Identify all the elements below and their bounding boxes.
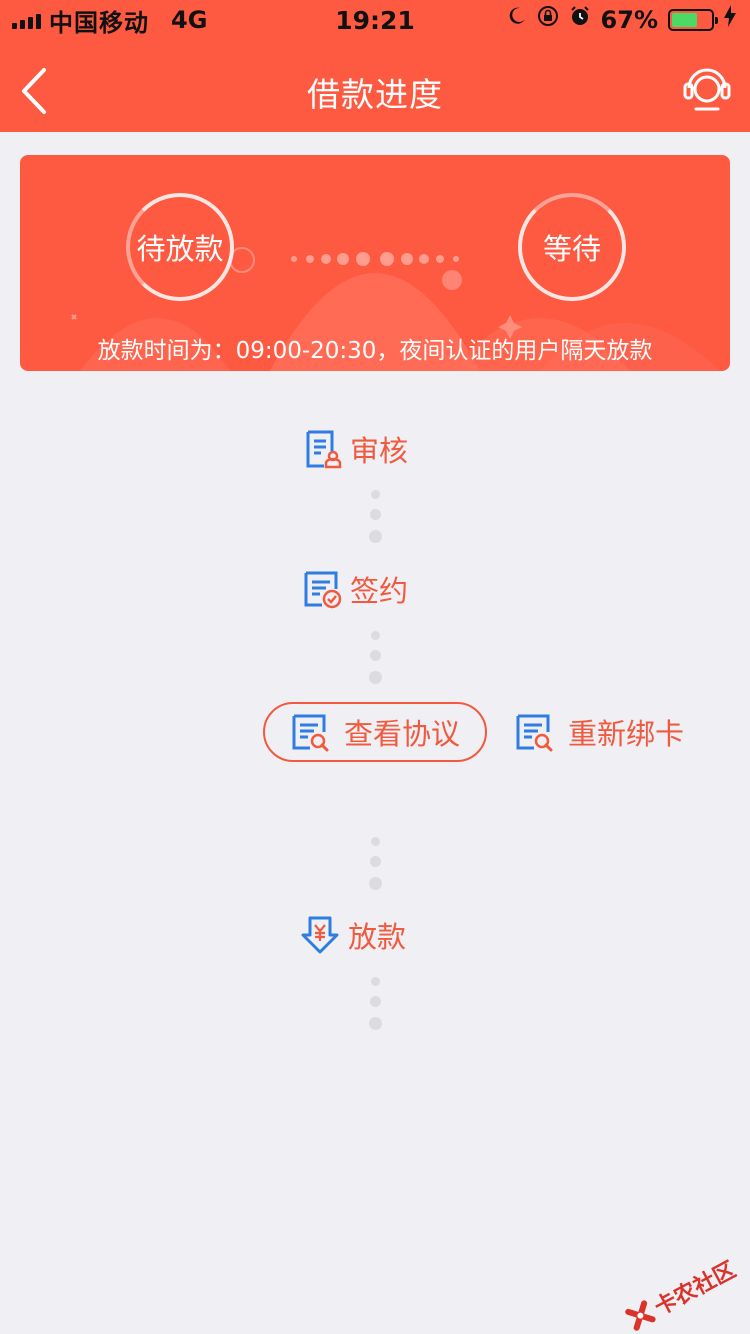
customer-service-button[interactable] <box>682 62 732 114</box>
step-connector <box>368 977 382 1030</box>
page-title: 借款进度 <box>307 75 443 114</box>
view-protocol-label: 查看协议 <box>343 717 460 751</box>
step-disburse-label: 放款 <box>348 920 407 954</box>
next-status-label: 等待 <box>542 232 601 266</box>
battery-percent: 67% <box>600 6 658 34</box>
step-sign-label: 签约 <box>350 574 409 608</box>
headset-icon <box>683 68 731 111</box>
step-connector <box>368 631 382 684</box>
current-status-ring: 待放款 <box>126 193 234 301</box>
step-review: 审核 <box>302 428 408 470</box>
watermark: 卡农社区 <box>621 1252 740 1334</box>
yen-download-icon <box>301 916 339 954</box>
alarm-icon <box>569 5 591 35</box>
document-check-icon <box>304 571 342 609</box>
status-bar: 中国移动 4G 19:21 67% <box>0 0 750 40</box>
document-user-icon <box>306 430 342 469</box>
step-connector <box>368 490 382 543</box>
charging-bolt-icon <box>724 5 736 35</box>
current-status-label: 待放款 <box>136 232 224 266</box>
rotation-lock-icon <box>537 5 559 35</box>
next-status-ring: 等待 <box>518 193 626 301</box>
document-search-icon <box>516 714 553 752</box>
rebind-card-button[interactable]: 重新绑卡 <box>514 706 684 758</box>
top-bar: 中国移动 4G 19:21 67% 借款进度 <box>0 0 750 132</box>
disbursement-time-note: 放款时间为：09:00-20:30，夜间认证的用户隔天放款 <box>97 338 653 364</box>
moon-icon <box>507 6 527 34</box>
step-sign: 签约 <box>302 568 408 610</box>
battery-icon <box>668 9 718 31</box>
step-review-label: 审核 <box>350 434 409 468</box>
rebind-card-label: 重新绑卡 <box>568 717 685 751</box>
document-search-icon <box>292 714 329 752</box>
view-protocol-button[interactable]: 查看协议 <box>263 702 487 762</box>
status-banner: 待放款 等待 放款时间为：09:00-20:30，夜间认证的用户隔天放款 <box>20 155 730 371</box>
watermark-text: 卡农社区 <box>650 1257 741 1321</box>
step-disburse: 放款 <box>300 914 406 956</box>
step-connector <box>368 837 382 890</box>
